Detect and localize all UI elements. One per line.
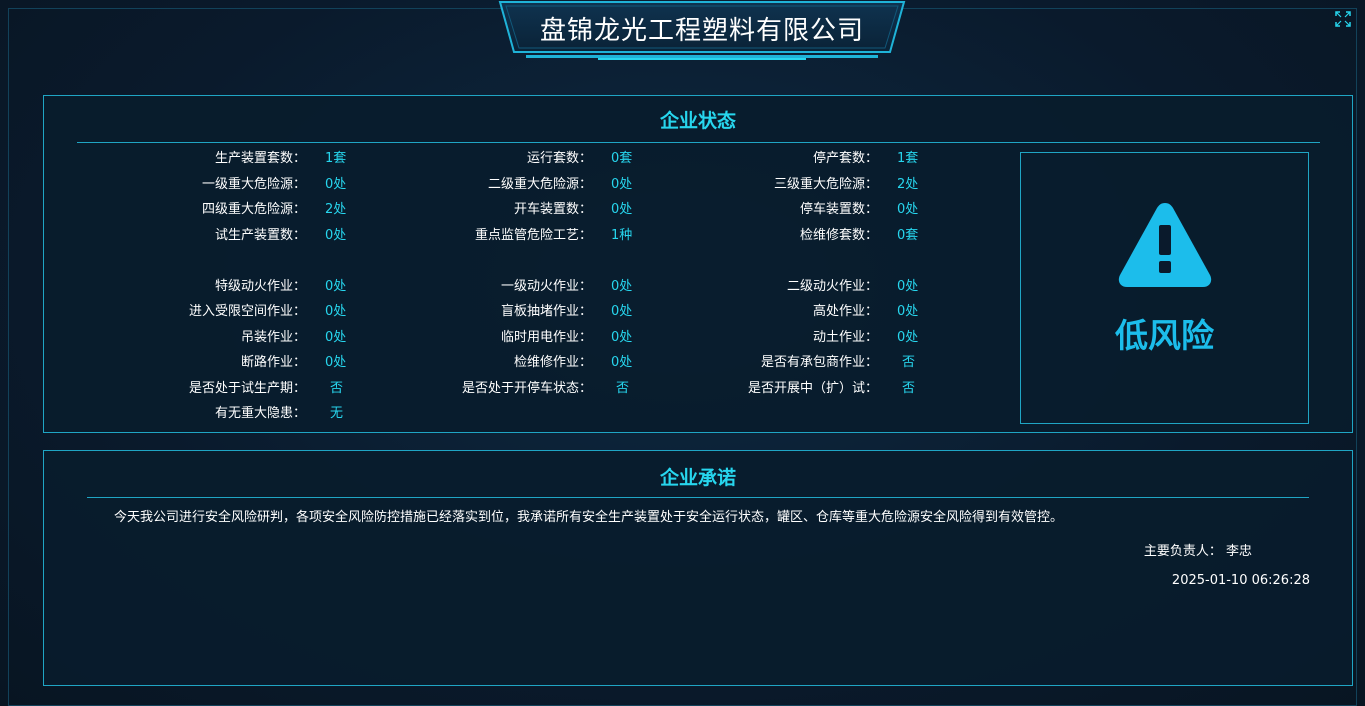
- stat-value: 0处: [897, 202, 919, 217]
- stat-label: 动土作业：: [812, 330, 878, 345]
- stat-row: 吊装作业： 0处 临时用电作业： 0处 动土作业： 0处: [44, 328, 1044, 348]
- stat-label: 四级重大危险源：: [201, 202, 306, 217]
- stat-row: 有无重大隐患： 无: [44, 404, 1044, 424]
- responsible-person-label: 主要负责人：: [1143, 544, 1222, 559]
- company-title: 盘锦龙光工程塑料有限公司: [539, 16, 864, 46]
- stat-label: 二级重大危险源：: [487, 177, 592, 192]
- stat-label: 盲板抽堵作业：: [500, 304, 592, 319]
- stat-row: 一级重大危险源： 0处 二级重大危险源： 0处 三级重大危险源： 2处: [44, 175, 1044, 195]
- warning-triangle-icon: [1118, 203, 1212, 287]
- stat-value: 否: [902, 355, 916, 370]
- stat-label: 试生产装置数：: [214, 228, 306, 243]
- stat-label: 三级重大危险源：: [773, 177, 878, 192]
- stat-row: 断路作业： 0处 检维修作业： 0处 是否有承包商作业： 否: [44, 353, 1044, 373]
- responsible-person-name: 李忠: [1225, 544, 1252, 559]
- stat-label: 进入受限空间作业：: [188, 304, 306, 319]
- risk-level-text: 低风险: [1115, 316, 1214, 355]
- responsible-person: 主要负责人： 李忠: [944, 540, 1252, 559]
- promise-statement: 今天我公司进行安全风险研判，各项安全风险防控措施已经落实到位，我承诺所有安全生产…: [114, 510, 1064, 525]
- title-plate: 盘锦龙光工程塑料有限公司: [498, 0, 906, 62]
- stat-row: 是否处于试生产期： 否 是否处于开停车状态： 否 是否开展中（扩）试： 否: [44, 379, 1044, 399]
- stat-value: 0处: [897, 279, 919, 294]
- stat-value: 0处: [897, 304, 919, 319]
- status-panel-title: 企业状态: [659, 110, 736, 132]
- stat-value: 否: [902, 381, 916, 396]
- stat-label: 停车装置数：: [799, 202, 878, 217]
- stat-label: 有无重大隐患：: [214, 406, 306, 421]
- stat-label: 一级重大危险源：: [201, 177, 306, 192]
- stat-label: 检维修作业：: [513, 355, 592, 370]
- stat-label: 特级动火作业：: [214, 279, 306, 294]
- promise-panel-title: 企业承诺: [659, 467, 736, 489]
- stat-value: 1套: [897, 151, 919, 166]
- stat-label: 吊装作业：: [240, 330, 306, 345]
- enterprise-promise-panel: 企业承诺 今天我公司进行安全风险研判，各项安全风险防控措施已经落实到位，我承诺所…: [43, 450, 1353, 686]
- stat-row: 四级重大危险源： 2处 开车装置数： 0处 停车装置数： 0处: [44, 200, 1044, 220]
- status-panel-divider: [77, 142, 1320, 143]
- stat-label: 是否处于试生产期：: [188, 381, 306, 396]
- stat-label: 是否有承包商作业：: [760, 355, 878, 370]
- promise-panel-divider: [87, 497, 1309, 498]
- stat-label: 重点监管危险工艺：: [474, 228, 592, 243]
- stat-label: 一级动火作业：: [500, 279, 592, 294]
- stat-label: 运行套数：: [526, 151, 592, 166]
- stat-label: 高处作业：: [812, 304, 878, 319]
- stat-value: 0处: [897, 330, 919, 345]
- stat-label: 是否处于开停车状态：: [461, 381, 592, 396]
- enterprise-status-panel: 企业状态 生产装置套数： 1套 运行套数： 0套 停产套数： 1套 一级重大危险…: [43, 95, 1353, 433]
- promise-datetime: 2025-01-10 06:26:28: [1171, 573, 1310, 588]
- stat-label: 是否开展中（扩）试：: [747, 381, 878, 396]
- stat-label: 开车装置数：: [513, 202, 592, 217]
- stat-value: 2处: [897, 177, 919, 192]
- stat-row: 试生产装置数： 0处 重点监管危险工艺： 1种 检维修套数： 0套: [44, 226, 1044, 246]
- stat-label: 停产套数：: [812, 151, 878, 166]
- stat-label: 检维修套数：: [799, 228, 878, 243]
- stat-label: 断路作业：: [240, 355, 306, 370]
- stat-row: 进入受限空间作业： 0处 盲板抽堵作业： 0处 高处作业： 0处: [44, 302, 1044, 322]
- stat-label: 临时用电作业：: [500, 330, 592, 345]
- fullscreen-icon[interactable]: [1335, 11, 1351, 27]
- stat-value: 0套: [897, 228, 919, 243]
- stat-row: 生产装置套数： 1套 运行套数： 0套 停产套数： 1套: [44, 149, 1044, 169]
- stat-label: 二级动火作业：: [786, 279, 878, 294]
- risk-level-box: 低风险: [1020, 152, 1309, 424]
- stat-value: 无: [330, 406, 344, 421]
- stat-label: 生产装置套数：: [214, 151, 306, 166]
- stat-row: 特级动火作业： 0处 一级动火作业： 0处 二级动火作业： 0处: [44, 277, 1044, 297]
